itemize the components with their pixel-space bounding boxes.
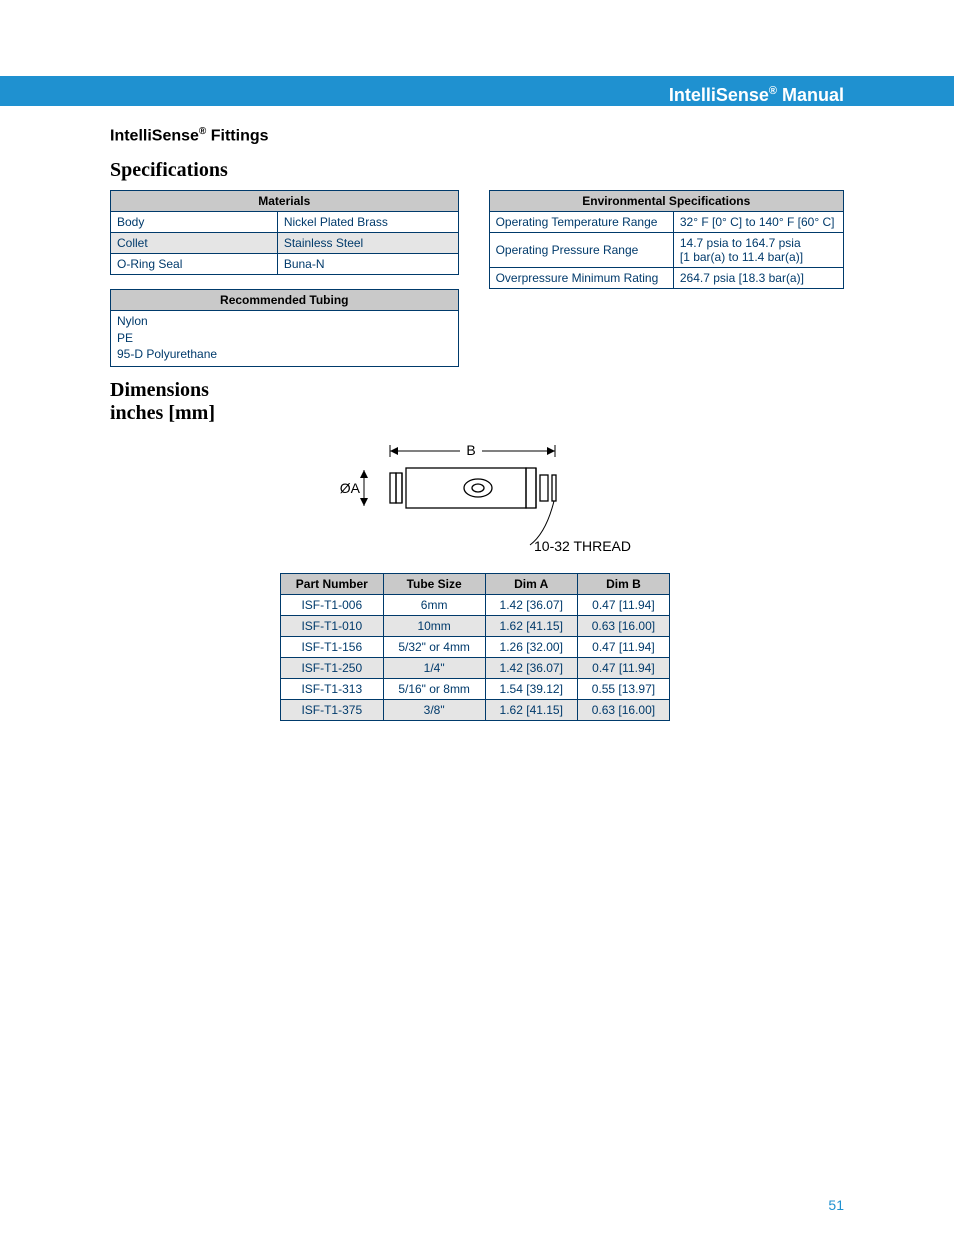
table-row: ISF-T1-2501/4"1.42 [36.07]0.47 [11.94] [281,657,670,678]
env-label: Operating Pressure Range [489,233,673,268]
table-row: Overpressure Minimum Rating 264.7 psia [… [489,268,843,289]
material-label: Collet [111,233,278,254]
recommended-tubing-table: Recommended Tubing [110,289,459,311]
manual-header-bar: IntelliSense® Manual [0,76,954,106]
material-value: Buna-N [277,254,458,275]
env-value: 32° F [0° C] to 140° F [60° C] [673,212,843,233]
env-value: 264.7 psia [18.3 bar(a)] [673,268,843,289]
dim-cell: ISF-T1-313 [281,678,384,699]
fitting-diagram: B ØA [320,433,844,563]
spec-left-column: Materials Body Nickel Plated Brass Colle… [110,190,459,367]
material-value: Nickel Plated Brass [277,212,458,233]
table-row: Body Nickel Plated Brass [111,212,459,233]
thread-label: 10-32 THREAD [534,538,631,554]
dim-cell: ISF-T1-010 [281,615,384,636]
dim-b-label: B [466,442,475,458]
dimensions-block: Dimensions inches [mm] B ØA [110,379,844,721]
dim-cell: ISF-T1-375 [281,699,384,720]
dim-cell: ISF-T1-006 [281,594,384,615]
spec-right-column: Environmental Specifications Operating T… [489,190,844,289]
dim-cell: 6mm [383,594,485,615]
dim-cell: 10mm [383,615,485,636]
tubing-item: PE [117,330,452,346]
dim-cell: 1.42 [36.07] [485,657,577,678]
col-tube-size: Tube Size [383,573,485,594]
col-dim-a: Dim A [485,573,577,594]
dim-cell: 0.63 [16.00] [577,615,669,636]
table-row: O-Ring Seal Buna-N [111,254,459,275]
section-title: IntelliSense® Fittings [110,126,844,145]
dim-cell: 0.47 [11.94] [577,636,669,657]
env-label: Operating Temperature Range [489,212,673,233]
spec-tables-row: Materials Body Nickel Plated Brass Colle… [110,190,844,367]
table-row: ISF-T1-01010mm1.62 [41.15]0.63 [16.00] [281,615,670,636]
dim-cell: ISF-T1-156 [281,636,384,657]
table-row: ISF-T1-3753/8"1.62 [41.15]0.63 [16.00] [281,699,670,720]
page-content: IntelliSense® Fittings Specifications Ma… [110,126,844,721]
material-label: O-Ring Seal [111,254,278,275]
dim-cell: 1.54 [39.12] [485,678,577,699]
manual-title: IntelliSense® Manual [669,85,844,105]
dim-cell: ISF-T1-250 [281,657,384,678]
page-number: 51 [828,1197,844,1213]
env-value: 14.7 psia to 164.7 psia [1 bar(a) to 11.… [673,233,843,268]
tubing-item: 95-D Polyurethane [117,346,452,362]
specifications-heading: Specifications [110,159,844,182]
material-label: Body [111,212,278,233]
environmental-specs-table: Environmental Specifications Operating T… [489,190,844,289]
dim-a-label: ØA [340,480,361,496]
table-row: Operating Pressure Range 14.7 psia to 16… [489,233,843,268]
material-value: Stainless Steel [277,233,458,254]
dimensions-units: inches [mm] [110,402,844,425]
col-part-number: Part Number [281,573,384,594]
dimensions-table: Part Number Tube Size Dim A Dim B ISF-T1… [280,573,670,721]
dim-cell: 1.26 [32.00] [485,636,577,657]
materials-table: Materials Body Nickel Plated Brass Colle… [110,190,459,275]
dim-cell: 1.42 [36.07] [485,594,577,615]
dim-cell: 1.62 [41.15] [485,699,577,720]
table-row: Operating Temperature Range 32° F [0° C]… [489,212,843,233]
materials-heading: Materials [111,191,459,212]
dim-cell: 0.47 [11.94] [577,594,669,615]
table-row: ISF-T1-1565/32" or 4mm1.26 [32.00]0.47 [… [281,636,670,657]
tubing-item: Nylon [117,313,452,329]
dim-cell: 5/32" or 4mm [383,636,485,657]
env-label: Overpressure Minimum Rating [489,268,673,289]
dim-cell: 5/16" or 8mm [383,678,485,699]
table-row: ISF-T1-0066mm1.42 [36.07]0.47 [11.94] [281,594,670,615]
dim-cell: 3/8" [383,699,485,720]
dimensions-heading: Dimensions [110,379,844,402]
table-row: ISF-T1-3135/16" or 8mm1.54 [39.12]0.55 [… [281,678,670,699]
recommended-tubing-heading: Recommended Tubing [111,290,459,311]
dim-cell: 0.47 [11.94] [577,657,669,678]
dim-cell: 1.62 [41.15] [485,615,577,636]
table-row: Collet Stainless Steel [111,233,459,254]
col-dim-b: Dim B [577,573,669,594]
recommended-tubing-list: Nylon PE 95-D Polyurethane [110,311,459,367]
dim-cell: 1/4" [383,657,485,678]
dim-cell: 0.63 [16.00] [577,699,669,720]
env-specs-heading: Environmental Specifications [489,191,843,212]
dim-cell: 0.55 [13.97] [577,678,669,699]
table-header-row: Part Number Tube Size Dim A Dim B [281,573,670,594]
